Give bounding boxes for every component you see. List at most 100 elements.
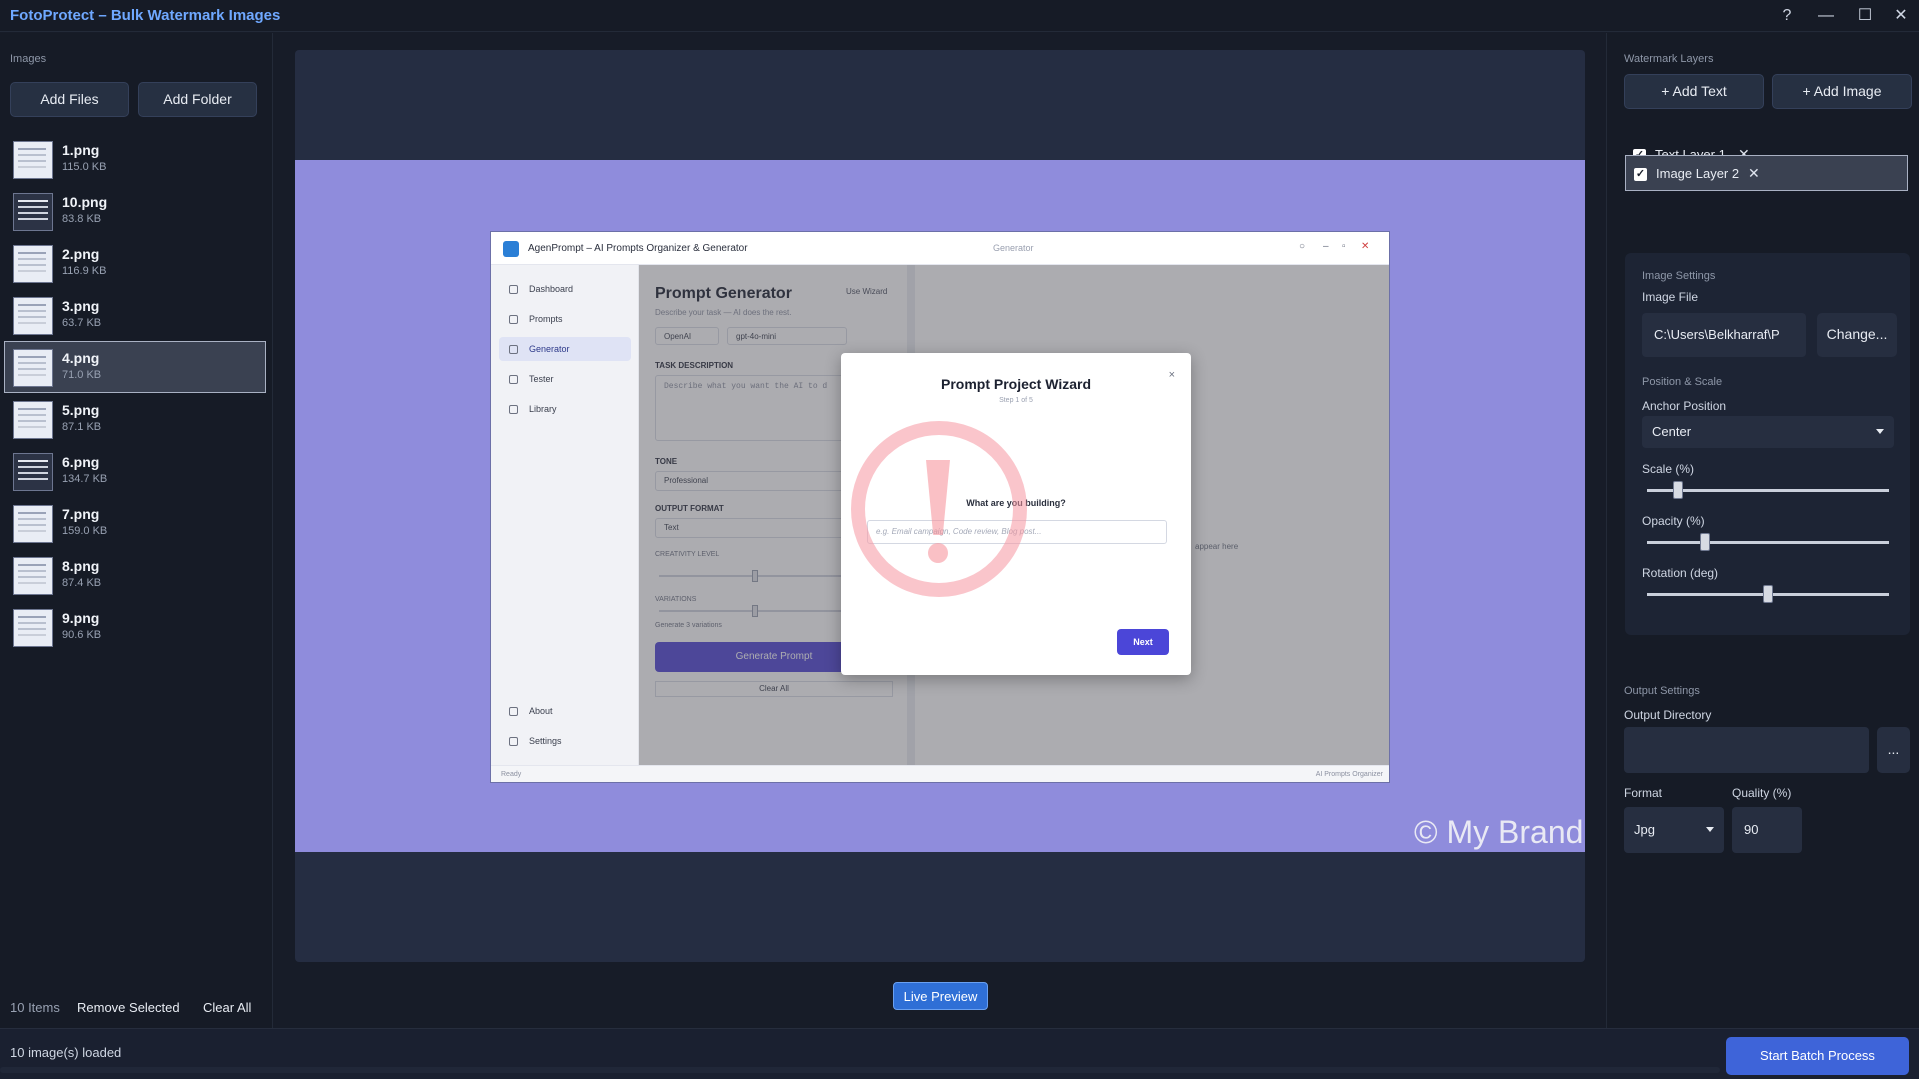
thumbnail <box>13 453 53 491</box>
modal-step: Step 1 of 5 <box>999 397 1033 404</box>
file-item-3[interactable]: 3.png 63.7 KB <box>4 289 266 341</box>
add-files-button[interactable]: Add Files <box>10 82 129 117</box>
start-batch-button[interactable]: Start Batch Process <box>1726 1037 1909 1075</box>
layer-visible-checkbox[interactable]: ✓ <box>1634 168 1647 181</box>
file-name: 7.png <box>62 506 100 522</box>
close-icon[interactable]: ✕ <box>1886 4 1916 28</box>
file-item-10[interactable]: 10.png 83.8 KB <box>4 185 266 237</box>
file-name: 2.png <box>62 246 100 262</box>
file-name: 8.png <box>62 558 100 574</box>
inner-nav-prompts: Prompts <box>499 307 631 331</box>
inner-app-title: AgenPrompt – AI Prompts Organizer & Gene… <box>528 243 748 254</box>
slider-knob[interactable] <box>1763 585 1773 603</box>
tester-icon <box>509 375 518 384</box>
library-icon <box>509 405 518 414</box>
file-item-7[interactable]: 7.png 159.0 KB <box>4 497 266 549</box>
format-select[interactable]: Jpg <box>1624 807 1724 853</box>
thumbnail <box>13 557 53 595</box>
file-size: 115.0 KB <box>62 161 107 173</box>
layer-name: Image Layer 2 <box>1656 166 1740 181</box>
slider-knob[interactable] <box>1700 533 1711 551</box>
image-settings-label: Image Settings <box>1642 270 1716 282</box>
change-image-button[interactable]: Change... <box>1817 313 1897 357</box>
file-item-1[interactable]: 1.png 115.0 KB <box>4 133 266 185</box>
file-name: 3.png <box>62 298 100 314</box>
watermark-exclamation-dot <box>928 543 948 563</box>
inner-output-placeholder: appear here <box>1195 542 1239 551</box>
quality-label: Quality (%) <box>1732 786 1792 800</box>
rotation-label: Rotation (deg) <box>1642 566 1719 580</box>
thumbnail <box>13 505 53 543</box>
file-item-5[interactable]: 5.png 87.1 KB <box>4 393 266 445</box>
inner-nav-about: About <box>499 699 631 723</box>
modal-close-icon: × <box>1168 369 1175 381</box>
file-name: 10.png <box>62 194 108 210</box>
format-label: Format <box>1624 786 1663 800</box>
chevron-down-icon <box>1876 429 1884 434</box>
add-text-layer-button[interactable]: + Add Text <box>1624 74 1764 109</box>
title-bar: FotoProtect – Bulk Watermark Images ? — … <box>0 0 1919 32</box>
rotation-slider[interactable] <box>1647 585 1889 603</box>
output-directory-label: Output Directory <box>1624 708 1712 722</box>
file-list: 1.png 115.0 KB 10.png 83.8 KB 2.png 116.9 K… <box>4 133 266 653</box>
file-name: 6.png <box>62 454 100 470</box>
quality-input[interactable]: 90 <box>1732 807 1802 853</box>
file-item-2[interactable]: 2.png 116.9 KB <box>4 237 266 289</box>
layer-item-image-2[interactable]: ✓ Image Layer 2 ✕ <box>1625 155 1908 191</box>
inner-nav-library: Library <box>499 397 631 421</box>
inner-nav-tester: Tester <box>499 367 631 391</box>
layers-label: Watermark Layers <box>1624 53 1714 65</box>
prompts-icon <box>509 315 518 324</box>
thumbnail <box>13 297 53 335</box>
settings-icon <box>509 737 518 746</box>
about-icon <box>509 707 518 716</box>
file-size: 71.0 KB <box>62 369 102 381</box>
file-item-9[interactable]: 9.png 90.6 KB <box>4 601 266 653</box>
opacity-slider[interactable] <box>1647 533 1889 551</box>
image-file-input[interactable]: C:\Users\Belkharraf\P <box>1642 313 1806 357</box>
image-file-label: Image File <box>1642 290 1699 304</box>
file-item-4[interactable]: 4.png 71.0 KB <box>4 341 266 393</box>
file-list-footer: 10 Items Remove Selected Clear All <box>0 988 273 1028</box>
help-icon[interactable]: ? <box>1772 4 1802 28</box>
thumbnail <box>13 349 53 387</box>
remove-layer-icon[interactable]: ✕ <box>1748 165 1760 182</box>
clear-all-button[interactable]: Clear All <box>203 1000 251 1015</box>
images-panel: Images Add Files Add Folder 1.png 115.0 K… <box>0 33 273 1028</box>
status-bar: 10 image(s) loaded Start Batch Process <box>0 1028 1919 1079</box>
scale-slider[interactable] <box>1647 481 1889 499</box>
anchor-position-select[interactable]: Center <box>1642 416 1894 448</box>
inner-section-title: Generator <box>993 243 1034 253</box>
file-name: 9.png <box>62 610 100 626</box>
inner-maximize-icon: ▫ <box>1342 241 1346 252</box>
watermark-text-layer[interactable]: © My Brand <box>1414 814 1583 851</box>
live-preview-button[interactable]: Live Preview <box>893 982 988 1010</box>
file-item-8[interactable]: 8.png 87.4 KB <box>4 549 266 601</box>
file-item-6[interactable]: 6.png 134.7 KB <box>4 445 266 497</box>
position-scale-label: Position & Scale <box>1642 376 1723 388</box>
file-name: 1.png <box>62 142 100 158</box>
file-size: 83.8 KB <box>62 213 102 225</box>
inner-nav-dashboard: Dashboard <box>499 277 631 301</box>
add-image-layer-button[interactable]: + Add Image <box>1772 74 1912 109</box>
inner-status-left: Ready <box>501 771 522 778</box>
file-size: 87.1 KB <box>62 421 102 433</box>
add-folder-button[interactable]: Add Folder <box>138 82 257 117</box>
output-directory-input[interactable] <box>1624 727 1869 773</box>
modal-title: Prompt Project Wizard <box>940 376 1091 392</box>
opacity-label: Opacity (%) <box>1642 514 1705 528</box>
browse-button[interactable]: ... <box>1877 727 1910 773</box>
dashboard-icon <box>509 285 518 294</box>
maximize-icon[interactable]: ☐ <box>1850 4 1880 28</box>
remove-selected-button[interactable]: Remove Selected <box>77 1000 180 1015</box>
output-settings-label: Output Settings <box>1624 685 1700 697</box>
file-name: 4.png <box>62 350 100 366</box>
inner-sidebar: Dashboard Prompts Generator Tester Libra… <box>491 265 639 765</box>
inner-minimize-icon: – <box>1323 241 1329 252</box>
slider-knob[interactable] <box>1673 481 1684 499</box>
status-text: 10 image(s) loaded <box>10 1045 122 1060</box>
image-settings-card: Image Settings Image File C:\Users\Belkh… <box>1625 253 1910 635</box>
minimize-icon[interactable]: — <box>1811 4 1841 28</box>
thumbnail <box>13 609 53 647</box>
file-size: 90.6 KB <box>62 629 102 641</box>
